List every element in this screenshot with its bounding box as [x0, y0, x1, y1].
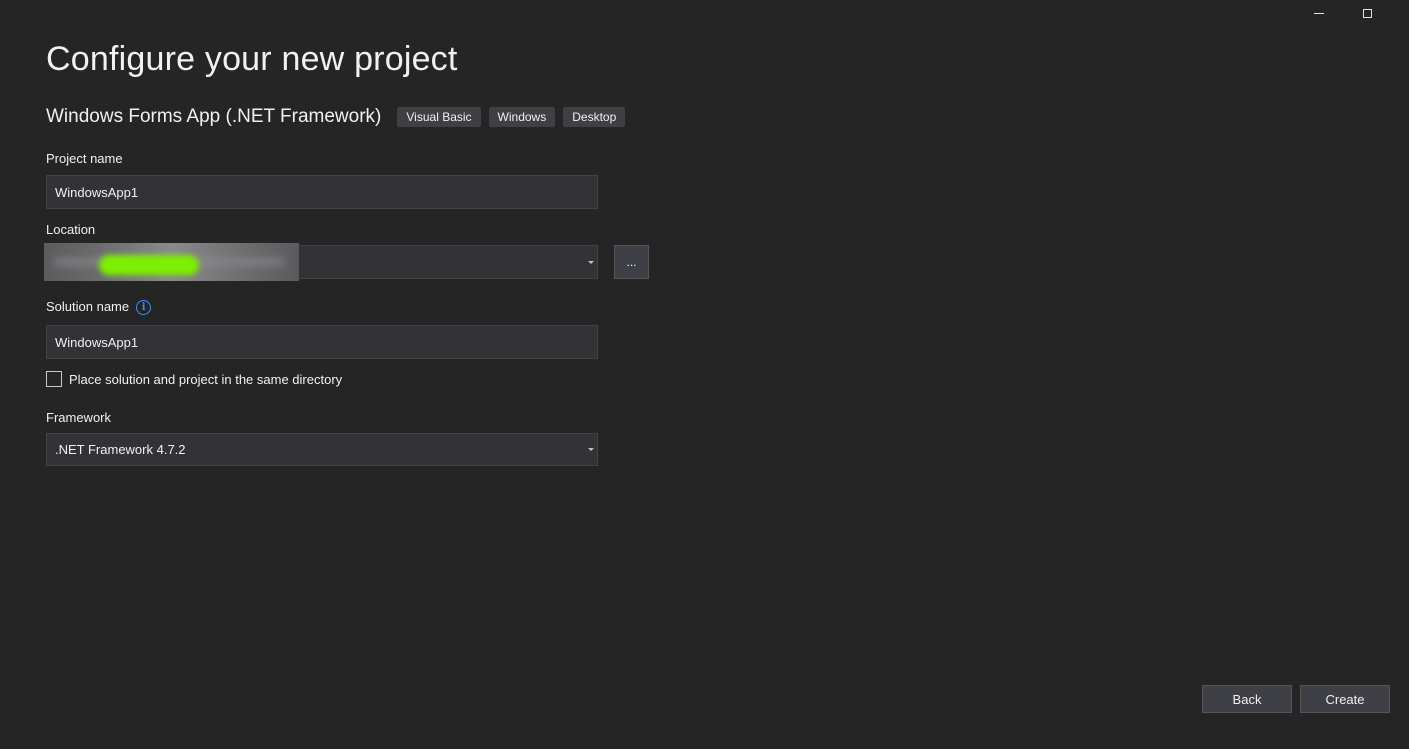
back-button[interactable]: Back — [1202, 685, 1292, 713]
tag-project-type: Desktop — [563, 107, 626, 127]
minimize-icon — [1314, 12, 1324, 14]
framework-value: .NET Framework 4.7.2 — [55, 442, 186, 457]
framework-label: Framework — [46, 410, 112, 425]
configure-project-window: Configure your new project Windows Forms… — [0, 0, 1409, 749]
solution-name-label: Solution name — [46, 299, 130, 314]
solution-name-label-row: Solution name i — [46, 299, 152, 316]
create-button[interactable]: Create — [1300, 685, 1390, 713]
redacted-location-path — [44, 243, 299, 281]
template-name: Windows Forms App (.NET Framework) — [46, 106, 382, 127]
chevron-down-icon[interactable] — [588, 448, 594, 451]
browse-location-button[interactable]: ... — [614, 245, 649, 279]
redaction-highlight — [99, 255, 199, 275]
same-directory-option[interactable]: Place solution and project in the same d… — [46, 371, 342, 387]
location-label: Location — [46, 222, 96, 237]
project-name-input[interactable] — [46, 175, 598, 209]
template-summary: Windows Forms App (.NET Framework) Visua… — [46, 106, 633, 128]
framework-dropdown[interactable]: .NET Framework 4.7.2 — [46, 433, 598, 466]
solution-name-input[interactable] — [46, 325, 598, 359]
info-icon[interactable]: i — [136, 300, 152, 316]
maximize-icon — [1362, 8, 1372, 18]
chevron-down-icon[interactable] — [588, 260, 594, 264]
same-directory-label[interactable]: Place solution and project in the same d… — [69, 372, 342, 387]
page-title: Configure your new project — [46, 40, 458, 78]
maximize-button[interactable] — [1344, 0, 1390, 26]
tag-platform: Windows — [488, 107, 556, 127]
minimize-button[interactable] — [1296, 0, 1342, 26]
same-directory-checkbox[interactable] — [46, 371, 62, 387]
tag-language: Visual Basic — [397, 107, 481, 127]
project-name-label: Project name — [46, 151, 123, 166]
